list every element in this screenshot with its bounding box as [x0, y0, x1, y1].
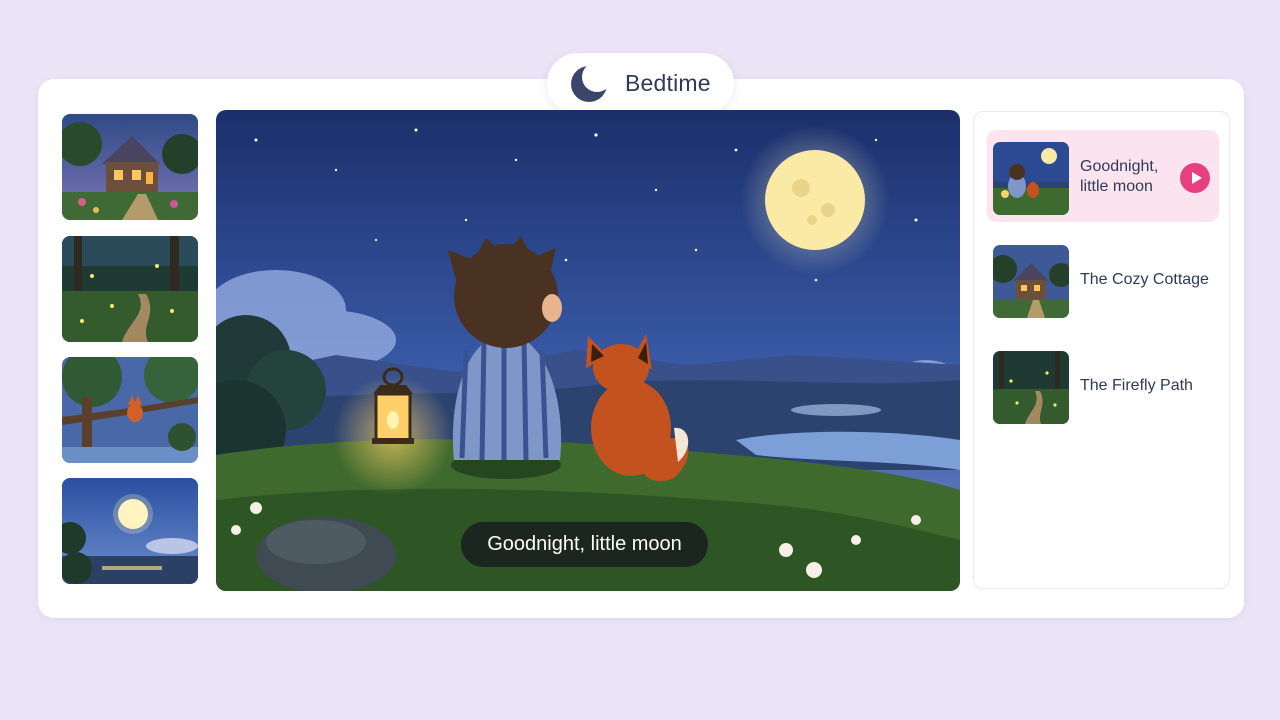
- playlist-item-label: The Firefly Path: [1080, 377, 1193, 394]
- firefly-path-thumbnail[interactable]: [62, 236, 198, 342]
- cottage-thumbnail[interactable]: [62, 114, 198, 220]
- playlist-item-label: Goodnight, little moon: [1080, 158, 1159, 195]
- playlist-item-the-cozy-cottage[interactable]: The Cozy Cottage: [987, 233, 1219, 325]
- play-icon: [1192, 172, 1202, 184]
- full-moon-thumbnail[interactable]: [62, 478, 198, 584]
- page-title: Bedtime: [625, 70, 711, 96]
- story-illustration: Goodnight, little moon: [216, 110, 960, 591]
- caption-pill: Goodnight, little moon: [461, 522, 708, 567]
- cozy-cottage-thumbnail: [993, 245, 1069, 318]
- fox-in-tree-thumbnail[interactable]: [62, 357, 198, 463]
- goodnight-moon-thumbnail: [993, 142, 1069, 215]
- story-playlist: Goodnight, little moon The Cozy Cottage: [973, 111, 1230, 589]
- firefly-path-small-thumbnail: [993, 351, 1069, 424]
- playlist-item-the-firefly-path[interactable]: The Firefly Path: [987, 339, 1219, 431]
- play-button[interactable]: [1180, 163, 1210, 193]
- playlist-item-goodnight-little-moon[interactable]: Goodnight, little moon: [987, 130, 1219, 222]
- playlist-item-label: The Cozy Cottage: [1080, 271, 1209, 288]
- moon-icon: [571, 66, 607, 102]
- header-pill: Bedtime: [547, 53, 734, 114]
